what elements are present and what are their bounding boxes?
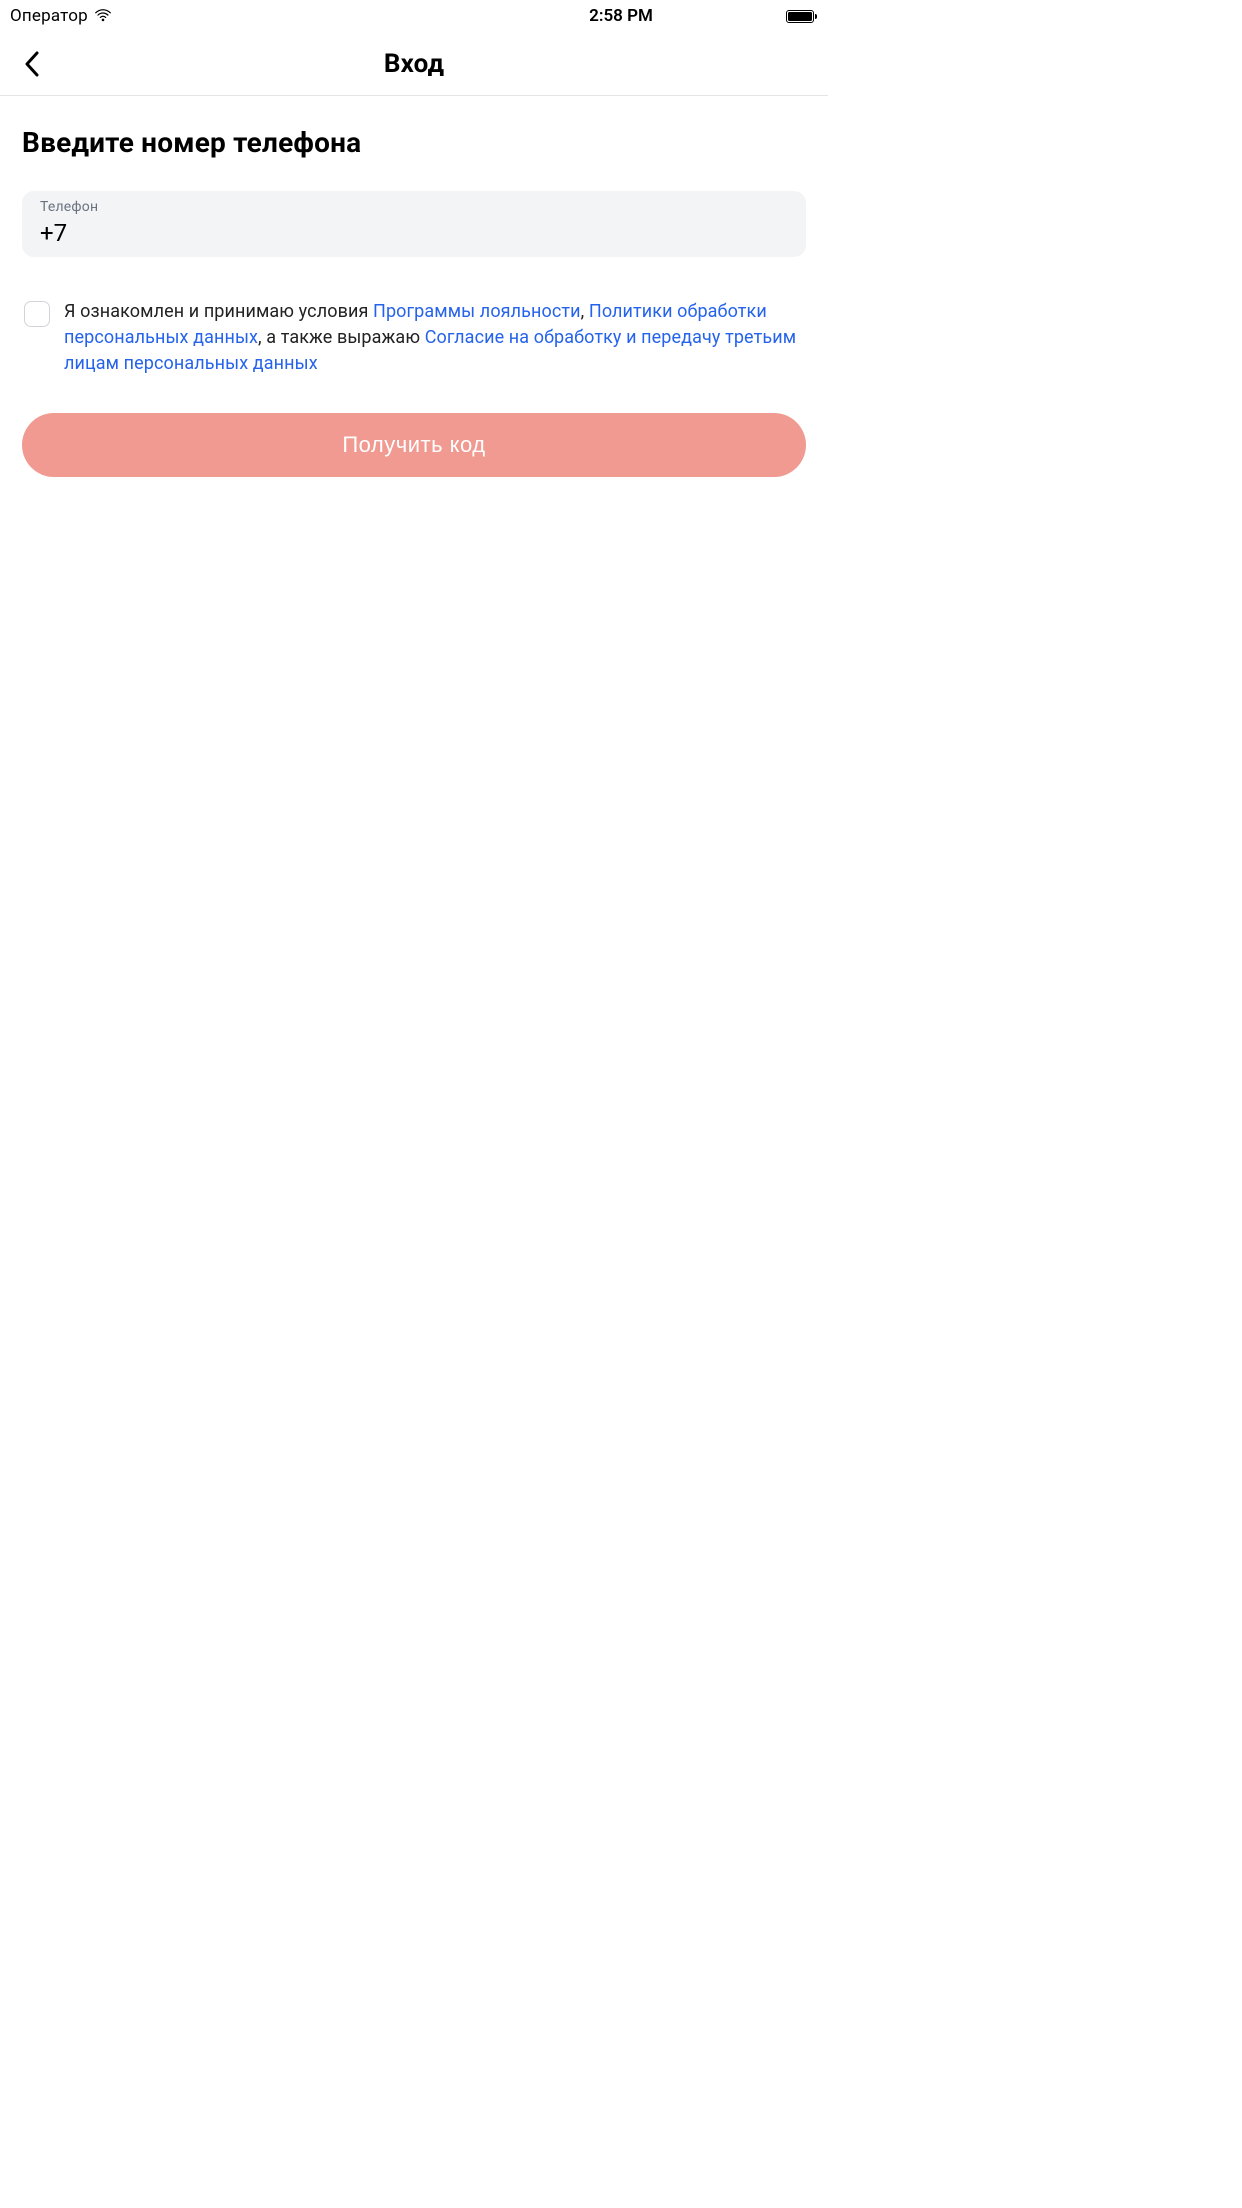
get-code-button[interactable]: Получить код (22, 413, 806, 477)
consent-checkbox[interactable] (24, 301, 50, 327)
back-button[interactable] (12, 44, 52, 84)
loyalty-program-link[interactable]: Программы лояльности (373, 301, 581, 322)
status-left: Оператор (10, 6, 112, 26)
carrier-label: Оператор (10, 6, 88, 26)
consent-sep1: , (581, 301, 589, 322)
phone-input-label: Телефон (40, 199, 788, 215)
consent-sep2: , а также выражаю (258, 327, 425, 348)
content: Введите номер телефона Телефон Я ознаком… (0, 96, 828, 477)
consent-text: Я ознакомлен и принимаю условия Программ… (64, 299, 804, 377)
status-bar: Оператор 2:58 PM (0, 0, 828, 32)
consent-row: Я ознакомлен и принимаю условия Программ… (22, 299, 806, 377)
battery-icon (786, 10, 814, 23)
phone-input[interactable] (40, 215, 788, 247)
nav-title: Вход (384, 49, 444, 79)
status-right (786, 10, 814, 23)
consent-prefix: Я ознакомлен и принимаю условия (64, 301, 373, 322)
chevron-left-icon (24, 51, 40, 77)
nav-bar: Вход (0, 32, 828, 96)
status-time: 2:58 PM (589, 6, 653, 26)
phone-input-wrap[interactable]: Телефон (22, 191, 806, 257)
page-heading: Введите номер телефона (22, 126, 806, 159)
wifi-icon (94, 9, 112, 23)
